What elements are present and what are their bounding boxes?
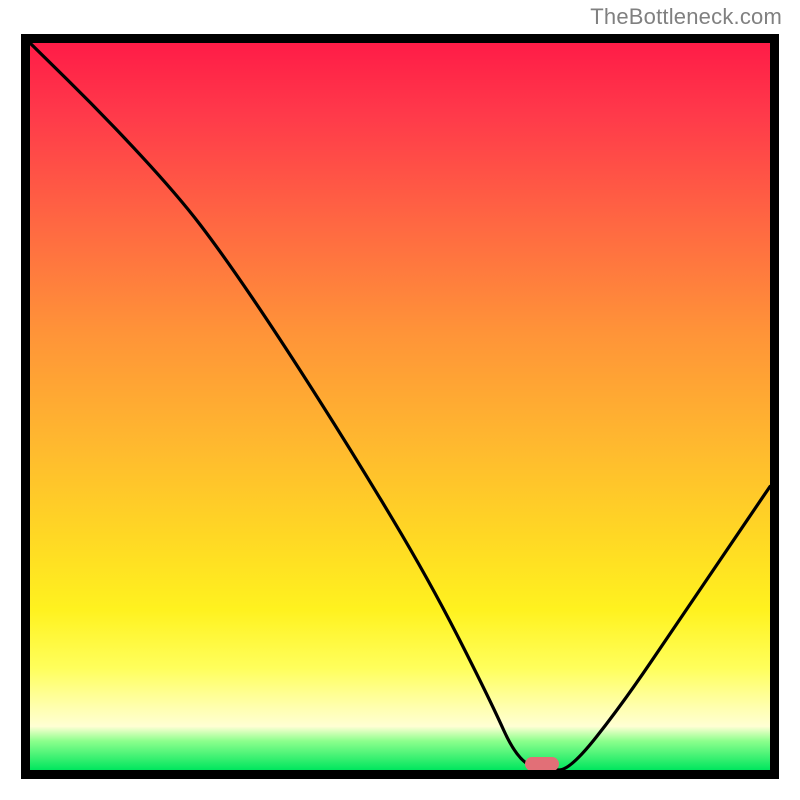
watermark-text: TheBottleneck.com xyxy=(590,4,782,30)
bottleneck-curve xyxy=(30,43,770,770)
plot-frame xyxy=(21,34,779,779)
plot-area xyxy=(30,43,770,770)
optimal-marker xyxy=(525,757,558,770)
